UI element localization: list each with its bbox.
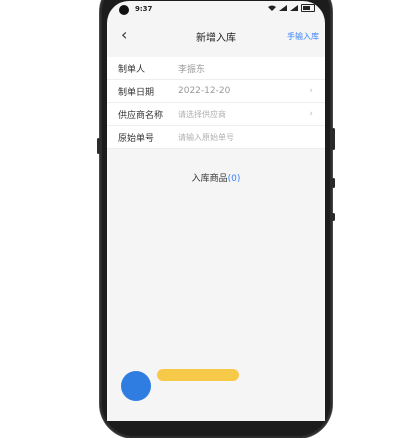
- supplier-label: 供应商名称: [118, 110, 164, 121]
- status-bar: 9:37: [107, 1, 325, 19]
- phone-side-button: [97, 138, 100, 154]
- chevron-right-icon: ›: [309, 86, 313, 96]
- creator-value: 李振东: [178, 64, 206, 75]
- signal-icon: [290, 5, 298, 11]
- status-icons-right: [268, 4, 315, 12]
- page-title: 新增入库: [196, 32, 236, 44]
- phone-side-button: [332, 128, 335, 150]
- chevron-left-icon[interactable]: ‹: [121, 25, 127, 44]
- chevron-right-icon: ›: [309, 109, 313, 119]
- form-row-date[interactable]: 制单日期 2022-12-20 ›: [107, 80, 325, 103]
- form-row-creator: 制单人 李振东: [107, 57, 325, 80]
- goods-count: (0): [227, 174, 241, 184]
- tip-banner: [157, 369, 239, 381]
- form-row-supplier[interactable]: 供应商名称 请选择供应商 ›: [107, 103, 325, 126]
- signal-icon: [279, 5, 287, 11]
- inbound-form: 制单人 李振东 制单日期 2022-12-20 › 供应商名称 请选择供应商 ›…: [107, 57, 325, 149]
- wifi-icon: [268, 5, 276, 11]
- original-no-input[interactable]: 请输入原始单号: [178, 132, 234, 143]
- original-no-label: 原始单号: [118, 133, 155, 144]
- inbound-goods-section: 入库商品(0): [107, 171, 325, 184]
- goods-label: 入库商品: [191, 174, 228, 184]
- phone-side-button: [332, 178, 335, 188]
- phone-frame: 9:37 ‹ 新增入库 手输入库 制单人 李振东 制单日期 2022-12-20…: [97, 0, 335, 438]
- creator-label: 制单人: [118, 64, 146, 75]
- nav-bar: ‹ 新增入库 手输入库: [107, 19, 325, 53]
- camera-icon: [119, 5, 129, 15]
- app-screen: 9:37 ‹ 新增入库 手输入库 制单人 李振东 制单日期 2022-12-20…: [107, 1, 325, 421]
- supplier-select[interactable]: 请选择供应商: [178, 109, 226, 120]
- phone-side-button: [332, 213, 335, 221]
- form-row-original-no[interactable]: 原始单号 请输入原始单号: [107, 126, 325, 149]
- scan-fab-button[interactable]: [121, 371, 151, 401]
- battery-icon: [301, 4, 315, 12]
- status-time: 9:37: [135, 5, 153, 13]
- date-value[interactable]: 2022-12-20: [178, 86, 230, 96]
- manual-input-button[interactable]: 手输入库: [287, 31, 319, 42]
- date-label: 制单日期: [118, 87, 155, 98]
